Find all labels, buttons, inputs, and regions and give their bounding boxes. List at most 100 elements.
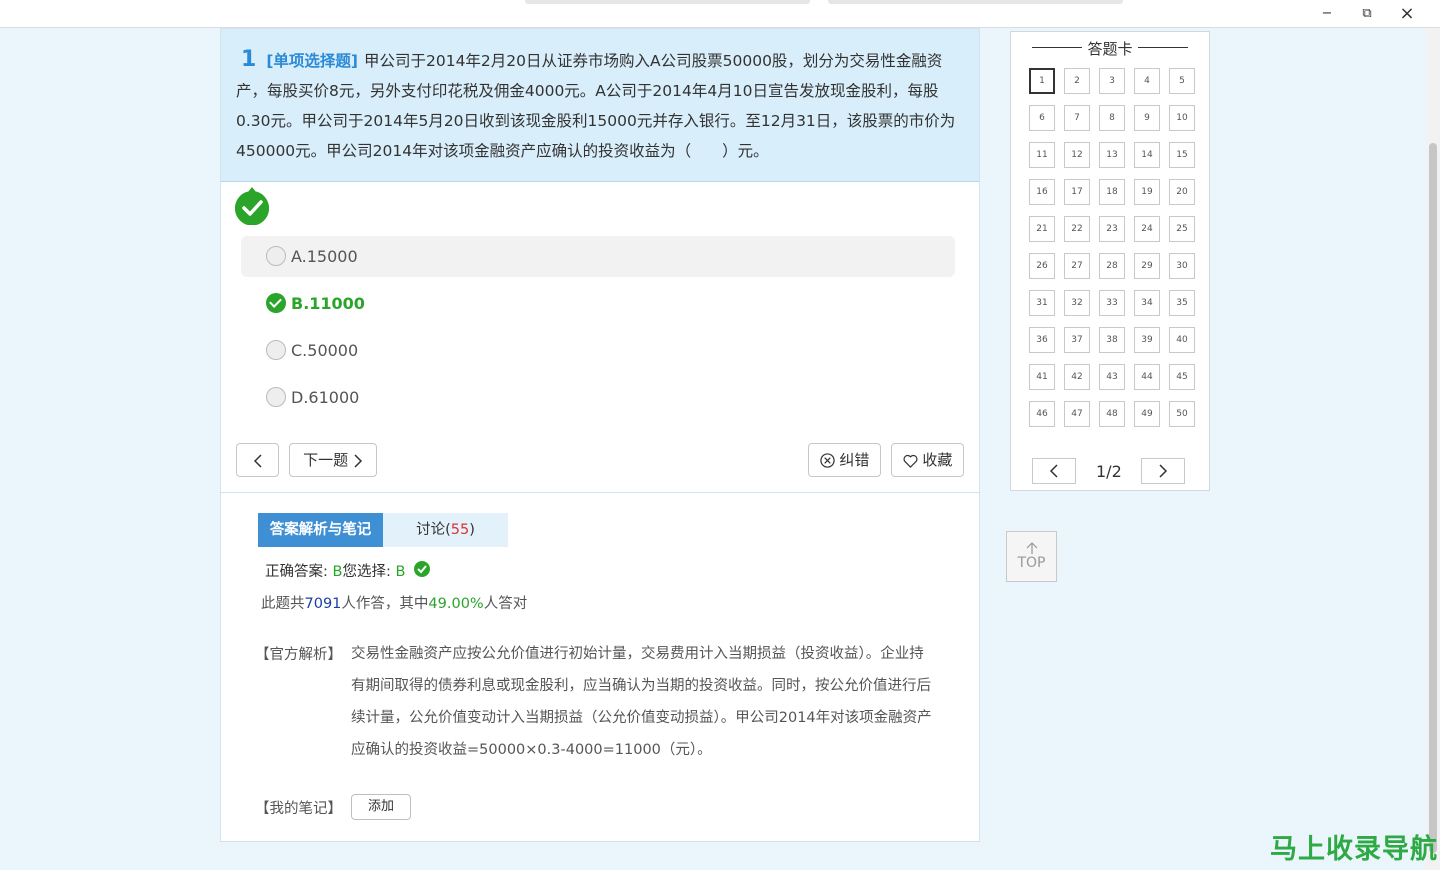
- sheet-next-page-button[interactable]: [1141, 458, 1185, 484]
- answer-sheet-cell[interactable]: 6: [1029, 105, 1055, 131]
- analysis-tabs: 答案解析与笔记 讨论(55): [258, 513, 508, 547]
- answer-sheet-cell[interactable]: 33: [1099, 290, 1125, 316]
- chevron-right-icon: [1159, 464, 1168, 478]
- title-bar: − ⧉ ×: [0, 0, 1440, 28]
- answer-sheet-cell[interactable]: 21: [1029, 216, 1055, 242]
- answer-sheet-cell[interactable]: 19: [1134, 179, 1160, 205]
- option-d[interactable]: D.61000: [241, 377, 955, 418]
- answer-sheet-cell[interactable]: 48: [1099, 401, 1125, 427]
- tab-analysis-notes[interactable]: 答案解析与笔记: [258, 513, 383, 547]
- answer-sheet-cell[interactable]: 50: [1169, 401, 1195, 427]
- answer-sheet-cell[interactable]: 27: [1064, 253, 1090, 279]
- minimize-button[interactable]: −: [1312, 4, 1342, 24]
- back-to-top-button[interactable]: TOP: [1006, 531, 1057, 582]
- answer-sheet-cell[interactable]: 16: [1029, 179, 1055, 205]
- answer-sheet-cell[interactable]: 8: [1099, 105, 1125, 131]
- answer-sheet-cell[interactable]: 28: [1099, 253, 1125, 279]
- answer-sheet-cell[interactable]: 35: [1169, 290, 1195, 316]
- chevron-right-icon: [354, 453, 362, 468]
- answer-sheet-cell[interactable]: 45: [1169, 364, 1195, 390]
- answer-sheet-cell[interactable]: 39: [1134, 327, 1160, 353]
- scrollbar-thumb[interactable]: [1429, 143, 1437, 853]
- prev-question-button[interactable]: [236, 443, 279, 477]
- tab-discussion-label: 讨论(: [416, 522, 451, 538]
- chevron-left-icon: [253, 453, 262, 468]
- check-circle-icon: [414, 561, 431, 577]
- answer-sheet-cell[interactable]: 15: [1169, 142, 1195, 168]
- tab-discussion-end: ): [469, 522, 475, 538]
- answer-sheet-cell[interactable]: 9: [1134, 105, 1160, 131]
- answer-sheet-cell[interactable]: 13: [1099, 142, 1125, 168]
- answer-sheet-cell[interactable]: 7: [1064, 105, 1090, 131]
- answer-sheet-cell[interactable]: 40: [1169, 327, 1195, 353]
- answer-sheet-cell[interactable]: 1: [1029, 68, 1055, 94]
- answer-sheet-cell[interactable]: 17: [1064, 179, 1090, 205]
- answer-sheet-cell[interactable]: 49: [1134, 401, 1160, 427]
- question-type: [单项选择题]: [266, 52, 358, 70]
- your-answer-label: 您选择:: [342, 564, 391, 580]
- answer-sheet-cell[interactable]: 30: [1169, 253, 1195, 279]
- watermark-logo: 马上收录导航: [1270, 834, 1438, 865]
- official-analysis-label: 【官方解析】: [255, 647, 342, 663]
- answer-sheet-cell[interactable]: 29: [1134, 253, 1160, 279]
- radio-icon: [266, 340, 286, 360]
- answer-sheet-cell[interactable]: 26: [1029, 253, 1055, 279]
- my-notes-label: 【我的笔记】: [255, 801, 342, 817]
- answer-sheet-cell[interactable]: 34: [1134, 290, 1160, 316]
- add-note-button[interactable]: 添加: [351, 794, 411, 820]
- browser-tab-stub[interactable]: [828, 0, 1123, 4]
- tab-discussion[interactable]: 讨论(55): [383, 513, 508, 547]
- answer-sheet-cell[interactable]: 3: [1099, 68, 1125, 94]
- answer-sheet-cell[interactable]: 24: [1134, 216, 1160, 242]
- close-button[interactable]: ×: [1392, 4, 1422, 24]
- answer-sheet-cell[interactable]: 31: [1029, 290, 1055, 316]
- answer-sheet-cell[interactable]: 23: [1099, 216, 1125, 242]
- option-label: C.50000: [291, 341, 359, 360]
- answer-line: 正确答案: B您选择: B: [265, 560, 431, 581]
- answer-sheet-cell[interactable]: 46: [1029, 401, 1055, 427]
- answer-sheet-cell[interactable]: 18: [1099, 179, 1125, 205]
- answer-sheet-cell[interactable]: 44: [1134, 364, 1160, 390]
- report-label: 纠错: [839, 451, 870, 469]
- answer-sheet-cell[interactable]: 37: [1064, 327, 1090, 353]
- option-a[interactable]: A.15000: [241, 236, 955, 277]
- your-answer-value: B: [395, 564, 406, 580]
- answer-sheet-cell[interactable]: 36: [1029, 327, 1055, 353]
- next-label: 下一题: [303, 451, 349, 469]
- answer-sheet-cell[interactable]: 5: [1169, 68, 1195, 94]
- answer-sheet-title: 答题卡: [1011, 38, 1209, 59]
- sheet-page-indicator: 1/2: [1096, 462, 1122, 481]
- answer-sheet-cell[interactable]: 10: [1169, 105, 1195, 131]
- answer-sheet-cell[interactable]: 32: [1064, 290, 1090, 316]
- sheet-prev-page-button[interactable]: [1032, 458, 1076, 484]
- favorite-button[interactable]: 收藏: [891, 443, 964, 477]
- answered-correct-icon: [235, 187, 269, 225]
- answer-sheet-cell[interactable]: 38: [1099, 327, 1125, 353]
- radio-icon: [266, 246, 286, 266]
- answer-sheet-cell[interactable]: 43: [1099, 364, 1125, 390]
- answer-sheet-cell[interactable]: 4: [1134, 68, 1160, 94]
- answer-sheet-cell[interactable]: 25: [1169, 216, 1195, 242]
- answer-sheet-cell[interactable]: 11: [1029, 142, 1055, 168]
- option-c[interactable]: C.50000: [241, 330, 955, 371]
- browser-tab-stub[interactable]: [525, 0, 810, 4]
- report-error-button[interactable]: 纠错: [808, 443, 881, 477]
- question-number: 1: [241, 47, 257, 72]
- restore-button[interactable]: ⧉: [1352, 4, 1382, 24]
- arrow-up-icon: [1026, 542, 1037, 554]
- stats-prefix: 此题共: [261, 596, 305, 612]
- next-question-button[interactable]: 下一题: [289, 443, 377, 477]
- answer-sheet-cell[interactable]: 47: [1064, 401, 1090, 427]
- question-card: 1 [单项选择题] 甲公司于2014年2月20日从证券市场购入A公司股票50000股…: [220, 28, 980, 493]
- answer-sheet-cell[interactable]: 2: [1064, 68, 1090, 94]
- answer-sheet-cell[interactable]: 22: [1064, 216, 1090, 242]
- answer-sheet-cell[interactable]: 20: [1169, 179, 1195, 205]
- vertical-scrollbar[interactable]: [1426, 28, 1440, 870]
- answer-sheet-cell[interactable]: 42: [1064, 364, 1090, 390]
- answer-sheet-cell[interactable]: 12: [1064, 142, 1090, 168]
- check-circle-icon: [266, 293, 286, 313]
- option-b[interactable]: B.11000: [241, 283, 955, 324]
- correct-answer-label: 正确答案:: [265, 564, 328, 580]
- answer-sheet-cell[interactable]: 14: [1134, 142, 1160, 168]
- answer-sheet-cell[interactable]: 41: [1029, 364, 1055, 390]
